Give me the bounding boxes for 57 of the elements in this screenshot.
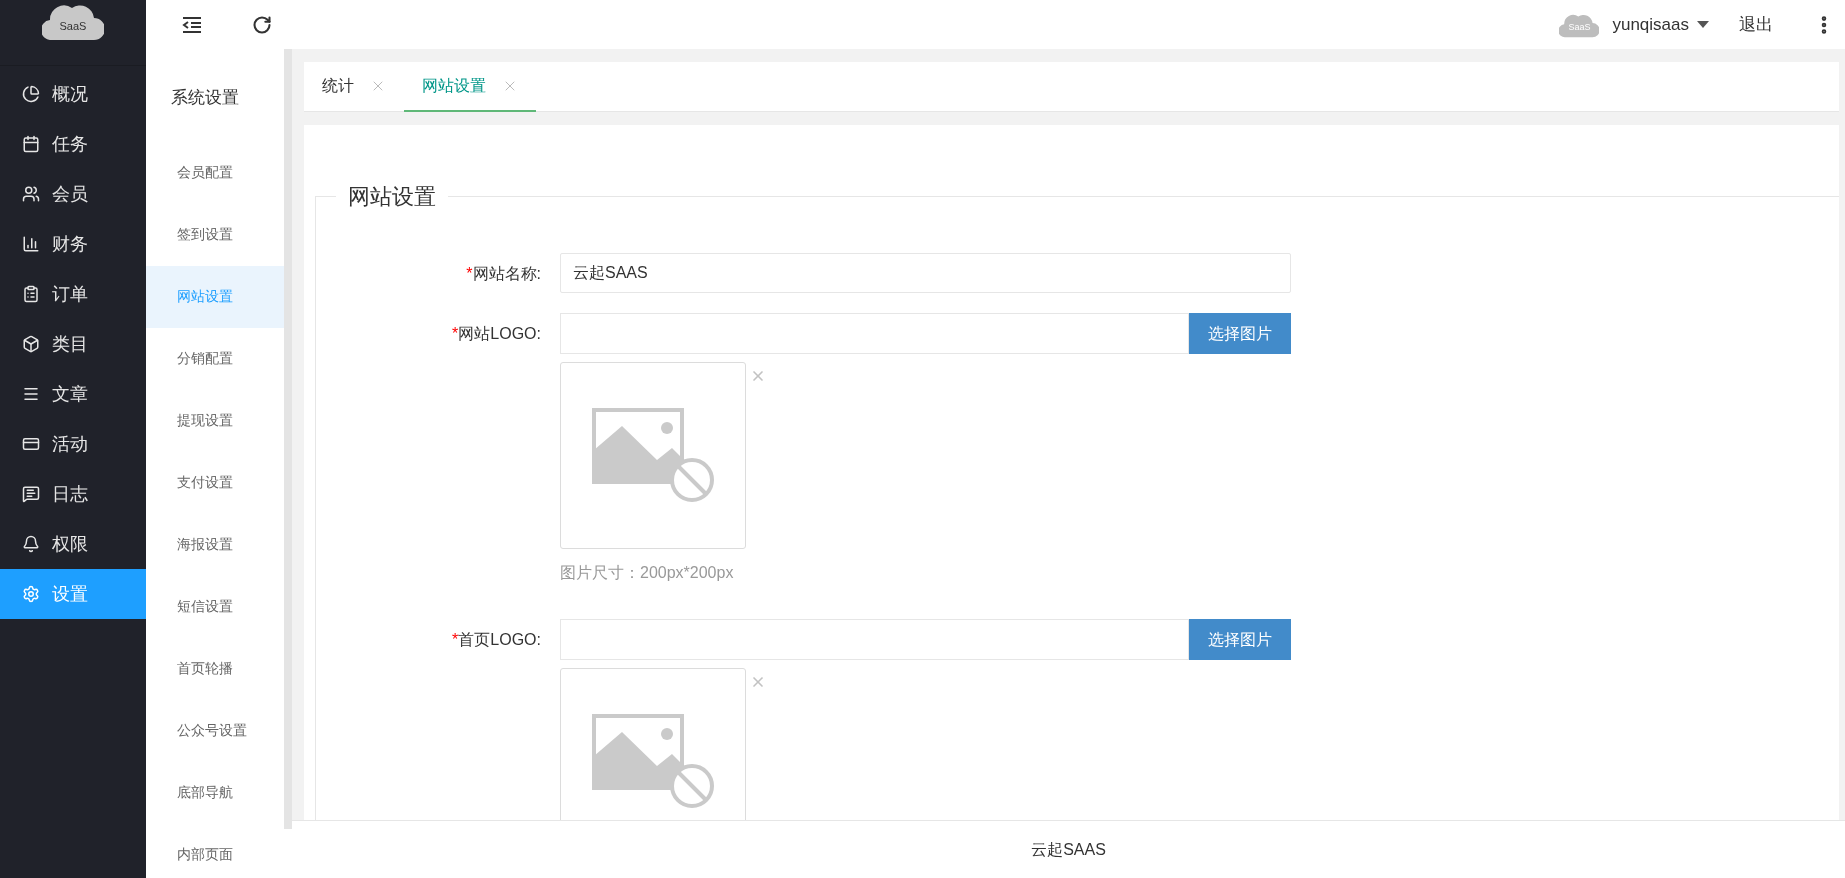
nav-item[interactable]: 活动 <box>0 419 146 469</box>
settings-menu-item[interactable]: 会员配置 <box>146 141 284 204</box>
choose-image-button[interactable]: 选择图片 <box>1189 313 1291 354</box>
nav-item[interactable]: 概况 <box>0 69 146 119</box>
nav-item[interactable]: 会员 <box>0 169 146 219</box>
settings-menu-item[interactable]: 内部页面 <box>146 823 284 878</box>
nav-item[interactable]: 权限 <box>0 519 146 569</box>
remove-icon[interactable] <box>750 674 766 690</box>
field-label: *网站名称: <box>465 264 541 284</box>
nav-item[interactable]: 文章 <box>0 369 146 419</box>
footer: 云起SAAS <box>292 820 1845 878</box>
settings-menu-item[interactable]: 分销配置 <box>146 327 284 390</box>
calendar-icon <box>22 135 40 153</box>
bar-chart-icon <box>22 235 40 253</box>
tab[interactable]: 统计 <box>304 62 404 112</box>
settings-menu-item[interactable]: 公众号设置 <box>146 699 284 762</box>
settings-menu-item[interactable]: 短信设置 <box>146 575 284 638</box>
cloud-logo: SaaS <box>42 2 104 40</box>
pie-chart-icon <box>22 85 40 103</box>
menu-icon <box>22 385 40 403</box>
broken-image-icon <box>592 713 714 810</box>
image-path-field[interactable] <box>560 313 1189 354</box>
caret-icon[interactable] <box>1697 21 1709 28</box>
section-title: 网站设置 <box>347 183 437 211</box>
cube-icon <box>22 335 40 353</box>
image-path-field[interactable] <box>560 619 1189 660</box>
settings-icon <box>22 585 40 603</box>
user-name[interactable]: yunqisaas <box>1612 11 1689 38</box>
logout-link[interactable]: 退出 <box>1739 11 1773 38</box>
clipboard-icon <box>22 285 40 303</box>
broken-image-icon <box>592 407 714 504</box>
scrollbar[interactable] <box>284 49 292 829</box>
card-icon <box>22 435 40 453</box>
message-icon <box>22 485 40 503</box>
nav-item[interactable]: 日志 <box>0 469 146 519</box>
settings-menu-item[interactable]: 支付设置 <box>146 451 284 514</box>
settings-menu-item[interactable]: 海报设置 <box>146 513 284 576</box>
bell-icon <box>22 535 40 553</box>
field-label: *网站LOGO: <box>451 324 541 344</box>
settings-menu-item[interactable]: 首页轮播 <box>146 637 284 700</box>
tab[interactable]: 网站设置 <box>404 62 536 112</box>
collapse-menu-icon[interactable] <box>182 16 202 33</box>
field-label: *首页LOGO: <box>451 630 541 650</box>
choose-image-button[interactable]: 选择图片 <box>1189 619 1291 660</box>
settings-menu-title: 系统设置 <box>170 87 240 109</box>
settings-menu-item[interactable]: 签到设置 <box>146 203 284 266</box>
nav-item[interactable]: 类目 <box>0 319 146 369</box>
text-field[interactable]: 云起SAAS <box>560 253 1291 293</box>
nav-item[interactable]: 任务 <box>0 119 146 169</box>
users-icon <box>22 185 40 203</box>
nav-item[interactable]: 订单 <box>0 269 146 319</box>
nav-item[interactable]: 财务 <box>0 219 146 269</box>
refresh-icon[interactable] <box>252 14 272 35</box>
image-size-hint: 图片尺寸：200px*200px <box>560 563 735 583</box>
remove-icon[interactable] <box>750 368 766 384</box>
settings-menu-item[interactable]: 提现设置 <box>146 389 284 452</box>
settings-menu-item[interactable]: 底部导航 <box>146 761 284 824</box>
